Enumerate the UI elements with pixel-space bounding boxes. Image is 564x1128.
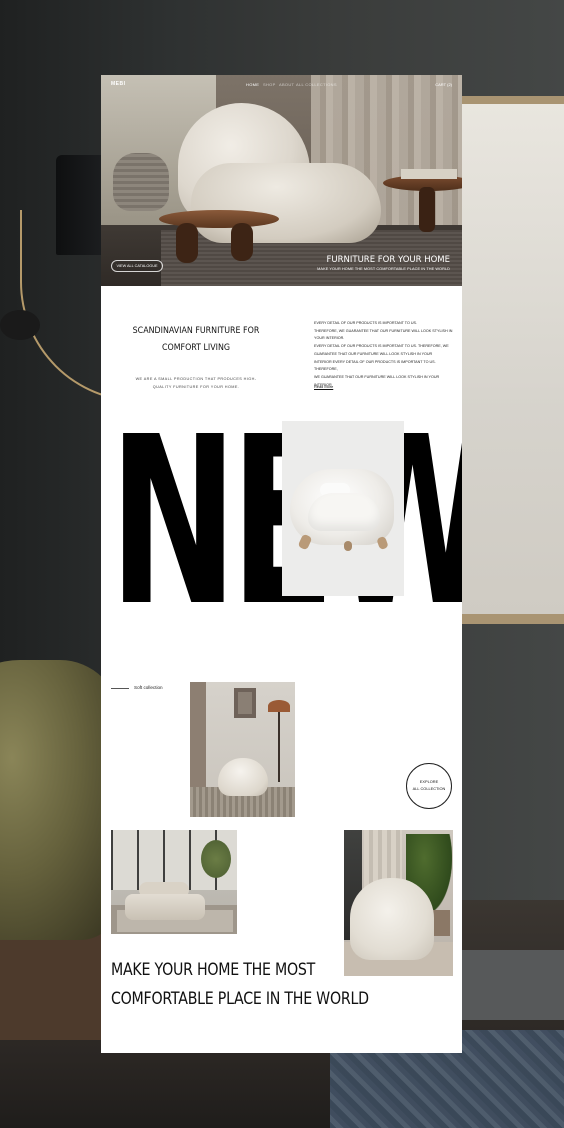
body-line: EVERY DETAIL OF OUR PRODUCTS IS IMPORTAN… [314, 321, 417, 325]
pod-chair-leg [344, 541, 352, 551]
collection-divider [111, 688, 129, 689]
pod-chair-leg [297, 533, 313, 551]
bottom-headline-line: MAKE YOUR HOME THE MOST [111, 960, 316, 979]
website-mockup: MEBI HOME SHOP ABOUT ALL COLLECTIONS CAR… [101, 75, 462, 1053]
intro-title-line: COMFORT LIVING [161, 343, 231, 353]
intro-title-line: SCANDINAVIAN FURNITURE FOR [132, 326, 260, 336]
armchair-room-pot [432, 910, 450, 936]
coffee-table-leg [419, 187, 435, 232]
room-lamp-pole [278, 712, 280, 782]
intro-note-line: WE ARE A SMALL PRODUCTION THAT PRODUCES … [135, 377, 257, 381]
top-navigation: MEBI HOME SHOP ABOUT ALL COLLECTIONS CAR… [101, 75, 462, 97]
wall-lamp-mount [0, 310, 40, 340]
room-door [190, 682, 206, 792]
skirting-board [455, 950, 564, 1020]
room-picture [238, 692, 252, 714]
nav-shop[interactable]: SHOP [263, 82, 276, 87]
boucle-chair-seat [191, 163, 381, 243]
explore-label: EXPLORE [419, 779, 439, 784]
hero-vase [113, 153, 169, 211]
intro-note: WE ARE A SMALL PRODUCTION THAT PRODUCES … [111, 375, 281, 391]
collection-photo-sofa[interactable] [111, 830, 237, 934]
pod-chair-leg [376, 535, 389, 551]
bottom-headline-line: COMFORTABLE PLACE IN THE WORLD [111, 989, 369, 1008]
side-table-leg [176, 223, 198, 263]
intro-title: SCANDINAVIAN FURNITURE FOR COMFORT LIVIN… [119, 323, 273, 357]
logo[interactable]: MEBI [111, 81, 126, 87]
body-line: GUARANTEE THAT OUR FURNITURE WILL LOOK S… [314, 351, 433, 356]
explore-collection-button[interactable]: EXPLORE ALL COLLECTION [406, 763, 452, 809]
body-line: WE GUARANTEE THAT OUR FURNITURE WILL LOO… [314, 374, 440, 387]
collection-label: Soft collection [134, 685, 163, 690]
side-table-leg [231, 223, 253, 261]
wall-art-canvas [462, 104, 564, 614]
body-line: THEREFORE, WE GUARANTEE THAT OUR FURNITU… [314, 328, 453, 333]
boucle-armchair [350, 878, 434, 960]
view-catalogue-button[interactable]: VIEW ALL CATALOGUE [111, 260, 163, 272]
bottom-headline: MAKE YOUR HOME THE MOST COMFORTABLE PLAC… [111, 955, 369, 1013]
hero-title: FURNITURE FOR YOUR HOME [326, 255, 451, 265]
books [401, 169, 457, 179]
intro-body-text: EVERY DETAIL OF OUR PRODUCTS IS IMPORTAN… [314, 320, 454, 389]
nav-about[interactable]: ABOUT [279, 82, 294, 87]
explore-label: ALL COLLECTION [412, 786, 446, 791]
body-line: INTERIOR EVERY DETAIL OF OUR PRODUCTS IS… [314, 359, 436, 372]
side-table-top [159, 210, 279, 228]
room-boucle-chair [218, 758, 268, 796]
body-line: EVERY DETAIL OF OUR PRODUCTS IS IMPORTAN… [314, 344, 449, 349]
cart-link[interactable]: CART (2) [435, 82, 452, 87]
body-line: YOUR INTERIOR. [314, 336, 345, 341]
modular-sofa [125, 894, 205, 920]
nav-home[interactable]: HOME [246, 82, 259, 87]
collection-photo-room[interactable] [190, 682, 295, 817]
hero-subtitle: MAKE YOUR HOME THE MOST COMFORTABLE PLAC… [317, 267, 450, 271]
sofa-room-tree [201, 840, 231, 878]
nav-all-collections[interactable]: ALL COLLECTIONS [296, 82, 337, 87]
intro-note-line: QUALITY FURNITURE FOR YOUR HOME. [152, 385, 240, 389]
read-more-link[interactable]: Read More [314, 384, 333, 389]
new-product-photo[interactable] [282, 421, 404, 596]
hero-banner: MEBI HOME SHOP ABOUT ALL COLLECTIONS CAR… [101, 75, 462, 286]
pod-chair-seat [308, 493, 380, 531]
room-lampshade [268, 700, 290, 712]
